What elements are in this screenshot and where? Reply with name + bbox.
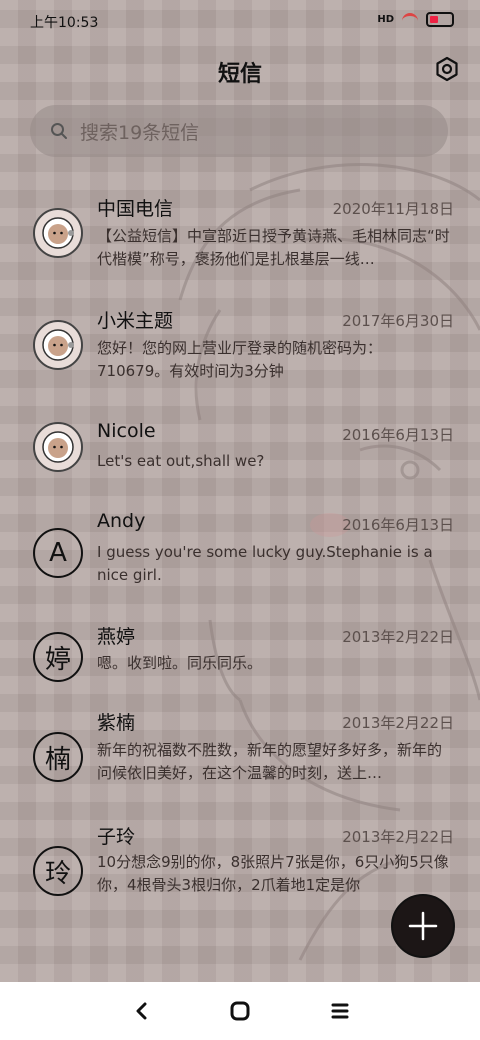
navigation-bar (0, 982, 480, 1040)
page-title: 短信 (217, 62, 262, 87)
avatar: 楠 (33, 732, 83, 782)
message-date: 2016年6月13日 (342, 516, 454, 534)
conversation-list: 中国电信 2020年11月18日 【公益短信】中宣部近日授予黄诗燕、毛相林同志“… (0, 190, 480, 908)
astronaut-avatar-icon (42, 329, 74, 361)
menu-icon[interactable] (328, 999, 352, 1023)
status-icons: HD (377, 12, 454, 27)
gear-icon[interactable] (434, 56, 460, 82)
message-date: 2013年2月22日 (342, 628, 454, 646)
message-date: 2017年6月30日 (342, 312, 454, 330)
message-preview: 新年的祝福数不胜数，新年的愿望好多好多，新年的问候依旧美好，在这个温馨的时刻，送… (97, 741, 443, 782)
message-preview: I guess you're some lucky guy.Stephanie … (97, 543, 433, 584)
contact-name: 子玲 (97, 826, 136, 848)
message-preview: 您好！您的网上营业厅登录的随机密码为：710679。有效时间为3分钟 (97, 339, 383, 380)
status-bar: 上午10:53 HD (0, 0, 480, 40)
conversation-item[interactable]: 小米主题 2017年6月30日 您好！您的网上营业厅登录的随机密码为：71067… (0, 302, 480, 414)
message-preview: 【公益短信】中宣部近日授予黄诗燕、毛相林同志“时代楷模”称号，褒扬他们是扎根基层… (97, 227, 450, 268)
avatar: 玲 (33, 846, 83, 896)
message-date: 2013年2月22日 (342, 828, 454, 846)
wifi-icon (402, 13, 418, 26)
conversation-item[interactable]: 中国电信 2020年11月18日 【公益短信】中宣部近日授予黄诗燕、毛相林同志“… (0, 190, 480, 302)
header: 短信 (0, 50, 480, 90)
conversation-item[interactable]: 婷 燕婷 2013年2月22日 嗯。收到啦。同乐同乐。 (0, 616, 480, 706)
message-preview: 10分想念9别的你，8张照片7张是你，6只小狗5只像你，4根骨头3根归你，2爪着… (97, 853, 449, 894)
message-date: 2013年2月22日 (342, 714, 454, 732)
message-date: 2016年6月13日 (342, 426, 454, 444)
conversation-item[interactable]: 玲 子玲 2013年2月22日 10分想念9别的你，8张照片7张是你，6只小狗5… (0, 818, 480, 908)
home-icon[interactable] (228, 999, 252, 1023)
search-icon (51, 123, 67, 139)
contact-name: 燕婷 (97, 626, 136, 648)
plus-icon (408, 911, 438, 941)
contact-name: 紫楠 (97, 712, 136, 734)
contact-name: Andy (97, 510, 146, 532)
search-placeholder: 搜索19条短信 (80, 121, 200, 144)
avatar (33, 422, 83, 472)
search-input[interactable]: 搜索19条短信 (30, 105, 448, 157)
astronaut-avatar-icon (42, 217, 74, 249)
message-preview: Let's eat out,shall we? (97, 452, 265, 470)
message-preview: 嗯。收到啦。同乐同乐。 (97, 654, 263, 672)
contact-name: 小米主题 (97, 310, 174, 332)
conversation-item[interactable]: Nicole 2016年6月13日 Let's eat out,shall we… (0, 414, 480, 504)
signal-icon: HD (377, 14, 394, 25)
battery-icon (426, 12, 454, 27)
contact-name: Nicole (97, 420, 156, 442)
avatar (33, 208, 83, 258)
new-message-button[interactable] (391, 894, 455, 958)
contact-name: 中国电信 (97, 198, 174, 220)
conversation-item[interactable]: 楠 紫楠 2013年2月22日 新年的祝福数不胜数，新年的愿望好多好多，新年的问… (0, 706, 480, 818)
conversation-item[interactable]: A Andy 2016年6月13日 I guess you're some lu… (0, 504, 480, 616)
avatar (33, 320, 83, 370)
back-icon[interactable] (130, 999, 154, 1023)
message-date: 2020年11月18日 (332, 200, 454, 218)
avatar: 婷 (33, 632, 83, 682)
astronaut-avatar-icon (42, 431, 74, 463)
avatar: A (33, 528, 83, 578)
status-time: 上午10:53 (30, 15, 99, 31)
